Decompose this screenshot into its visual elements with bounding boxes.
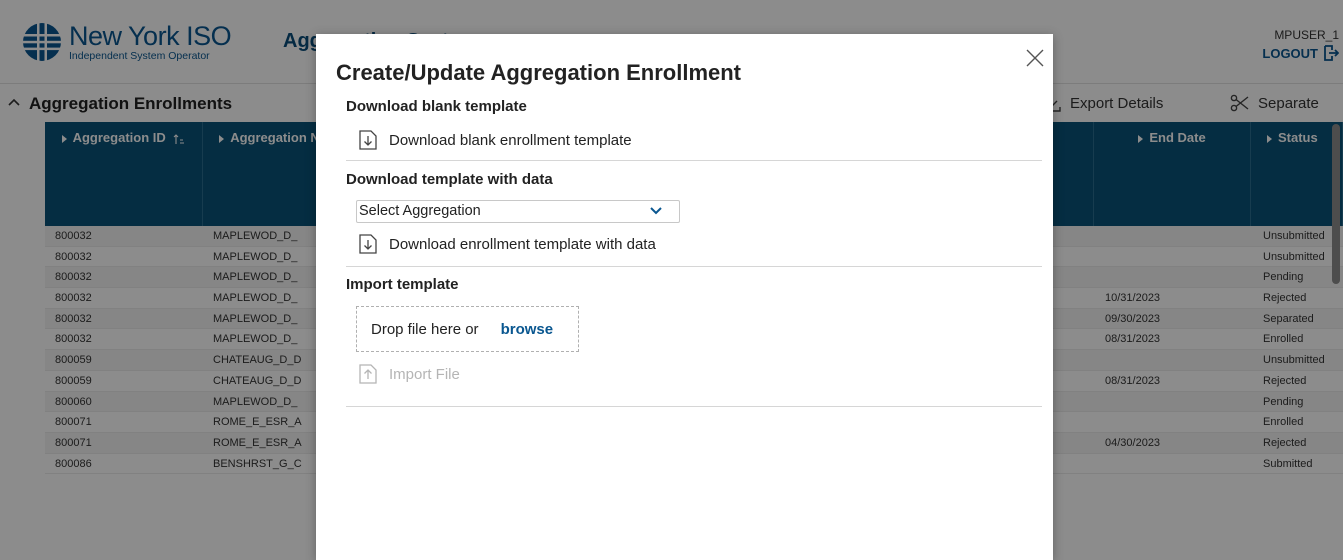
- file-dropzone[interactable]: Drop file here or browse: [356, 306, 579, 352]
- import-template-heading: Import template: [346, 276, 459, 293]
- import-file-label: Import File: [389, 365, 460, 383]
- download-data-template-label: Download enrollment template with data: [389, 235, 656, 253]
- divider: [346, 406, 1042, 407]
- chevron-down-icon: [650, 207, 662, 215]
- file-upload-icon: [359, 364, 377, 384]
- divider: [346, 160, 1042, 161]
- dropzone-text: Drop file here or: [371, 320, 479, 338]
- download-data-template-link[interactable]: Download enrollment template with data: [359, 234, 656, 254]
- browse-link[interactable]: browse: [501, 321, 554, 338]
- select-aggregation-dropdown[interactable]: Select Aggregation: [356, 200, 680, 223]
- data-template-heading: Download template with data: [346, 171, 553, 188]
- download-blank-template-label: Download blank enrollment template: [389, 131, 632, 149]
- divider: [346, 266, 1042, 267]
- blank-template-heading: Download blank template: [346, 98, 527, 115]
- select-aggregation-value: Select Aggregation: [359, 203, 481, 219]
- import-file-button[interactable]: Import File: [359, 364, 460, 384]
- download-blank-template-link[interactable]: Download blank enrollment template: [359, 130, 632, 150]
- modal-title: Create/Update Aggregation Enrollment: [336, 60, 742, 85]
- enrollment-modal: Create/Update Aggregation Enrollment Dow…: [316, 34, 1053, 560]
- file-download-icon: [359, 130, 377, 150]
- close-icon[interactable]: [1024, 47, 1046, 69]
- file-download-icon: [359, 234, 377, 254]
